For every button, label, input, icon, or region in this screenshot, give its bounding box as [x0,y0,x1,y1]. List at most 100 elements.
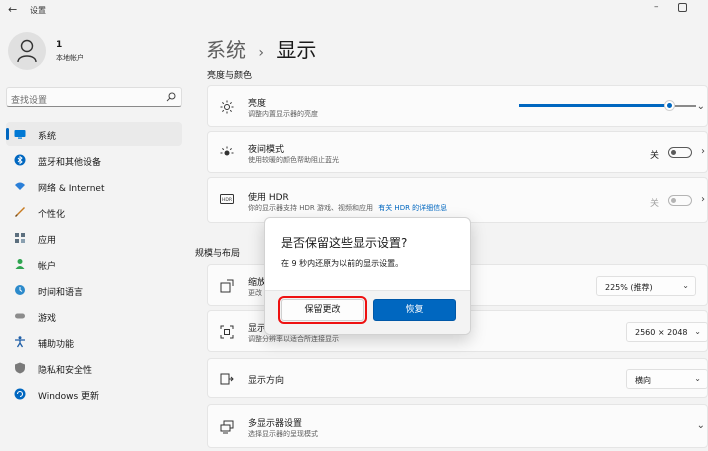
hdr-subtitle-text: 你的显示器支持 HDR 游戏、视频和应用 [248,204,373,212]
person-icon [15,259,25,269]
night-light-card[interactable]: 夜间模式 使用较暖的颜色帮助阻止蓝光 关 › [207,131,708,173]
orientation-value: 横向 [635,376,651,385]
sidebar-item-accounts[interactable]: 帐户 [6,252,182,276]
multi-display-card[interactable]: 多显示器设置 选择显示器的呈现模式 ⌄ [207,404,708,448]
wifi-icon [15,182,25,190]
sidebar-item-privacy[interactable]: 隐私和安全性 [6,356,182,380]
night-light-icon [220,146,234,156]
dialog-footer: 保留更改 恢复 [265,290,470,334]
chevron-down-icon: ⌄ [682,281,689,290]
sidebar-item-network[interactable]: 网络 & Internet [6,174,182,198]
gamepad-icon [15,313,25,319]
sidebar-item-label: 系统 [38,132,57,142]
night-light-state: 关 [650,151,660,161]
hdr-title: 使用 HDR [248,193,289,203]
section-brightness-color: 亮度与颜色 [207,71,253,81]
resolution-value: 2560 × 2048 [635,328,688,337]
search-icon [166,92,176,102]
chevron-down-icon: ⌄ [694,327,701,336]
sidebar-item-gaming[interactable]: 游戏 [6,304,182,328]
accessibility-icon [15,336,25,348]
keep-display-settings-dialog: 是否保留这些显示设置? 在 9 秒内还原为以前的显示设置。 保留更改 恢复 [264,217,471,335]
window-title: 设置 [30,6,46,15]
multi-display-title: 多显示器设置 [248,419,303,429]
back-button[interactable]: ← [8,3,17,16]
sidebar-item-label: Windows 更新 [38,392,100,402]
sidebar-item-time-language[interactable]: 时间和语言 [6,278,182,302]
resolution-subtitle: 调整分辨率以适合所连接显示 [248,335,339,343]
sidebar-item-label: 时间和语言 [38,288,84,298]
brightness-slider-thumb[interactable] [664,100,675,111]
sidebar-item-label: 应用 [38,236,57,246]
update-icon [14,388,26,400]
apps-icon [15,233,25,243]
avatar[interactable] [8,32,46,70]
sidebar-item-label: 隐私和安全性 [38,366,93,376]
chevron-down-icon[interactable]: ⌄ [697,101,705,112]
user-name: 1 [56,40,63,50]
shield-icon [15,362,25,374]
sun-icon [220,100,234,114]
hdr-learn-more-link[interactable]: 有关 HDR 的详细信息 [378,204,447,212]
sidebar-item-label: 帐户 [38,262,57,272]
breadcrumb-separator: › [258,45,264,61]
keep-changes-button[interactable]: 保留更改 [278,296,367,324]
monitor-icon [14,130,26,139]
breadcrumb-parent[interactable]: 系统 [206,38,246,62]
revert-button[interactable]: 恢复 [373,299,456,321]
sidebar-item-windows-update[interactable]: Windows 更新 [6,382,182,406]
chevron-down-icon[interactable]: ⌄ [697,420,705,431]
active-indicator [6,128,9,140]
section-scale-layout: 规模与布局 [195,249,241,259]
person-icon [17,39,37,63]
dialog-message: 在 9 秒内还原为以前的显示设置。 [281,259,404,268]
sidebar-item-personalization[interactable]: 个性化 [6,200,182,224]
chevron-right-icon[interactable]: › [701,146,705,157]
minimize-button[interactable]: – [654,2,659,12]
resolution-icon [220,325,234,339]
night-light-title: 夜间模式 [248,145,285,155]
brightness-title: 亮度 [248,99,267,109]
bluetooth-icon [14,154,26,166]
sidebar-item-bluetooth[interactable]: 蓝牙和其他设备 [6,148,182,172]
maximize-button[interactable] [678,3,687,12]
chevron-right-icon[interactable]: › [701,194,705,205]
sidebar-item-label: 网络 & Internet [38,184,105,194]
brightness-subtitle: 调整内置显示器的亮度 [248,110,318,118]
breadcrumb-current: 显示 [276,38,317,62]
sidebar-item-system[interactable]: 系统 [6,122,182,146]
scale-dropdown[interactable]: 225% (推荐) ⌄ [596,276,696,296]
orientation-card: 显示方向 横向 ⌄ [207,358,708,398]
night-light-subtitle: 使用较暖的颜色帮助阻止蓝光 [248,156,339,164]
hdr-toggle[interactable] [668,195,692,206]
scale-subtitle: 更改 [248,289,262,297]
hdr-subtitle: 你的显示器支持 HDR 游戏、视频和应用 有关 HDR 的详细信息 [248,203,447,213]
hdr-icon: HDR [220,194,234,204]
search-input[interactable]: 查找设置 [6,87,182,107]
sidebar-item-label: 游戏 [38,314,57,324]
hdr-state: 关 [650,199,660,209]
sidebar-item-label: 辅助功能 [38,340,75,350]
sidebar-item-accessibility[interactable]: 辅助功能 [6,330,182,354]
chevron-down-icon: ⌄ [694,374,701,383]
scale-value: 225% (推荐) [605,283,653,292]
svg-text:HDR: HDR [222,197,232,203]
search-placeholder: 查找设置 [11,96,48,106]
scale-icon [220,279,234,293]
resolution-dropdown[interactable]: 2560 × 2048 ⌄ [626,322,708,342]
orientation-icon [220,373,234,385]
account-type: 本地帐户 [56,54,84,62]
orientation-title: 显示方向 [248,376,285,386]
dialog-title: 是否保留这些显示设置? [281,236,408,250]
orientation-dropdown[interactable]: 横向 ⌄ [626,369,708,389]
sidebar-item-apps[interactable]: 应用 [6,226,182,250]
multi-monitor-icon [220,420,234,434]
globe-clock-icon [15,285,25,295]
sidebar-item-label: 蓝牙和其他设备 [38,158,102,168]
night-light-toggle[interactable] [668,147,692,158]
brightness-slider-fill [519,104,669,107]
title-bar: ← 设置 – [0,0,708,22]
page-title: 系统 › 显示 [206,34,316,63]
sidebar-item-label: 个性化 [38,210,66,220]
multi-display-subtitle: 选择显示器的呈现模式 [248,430,318,438]
